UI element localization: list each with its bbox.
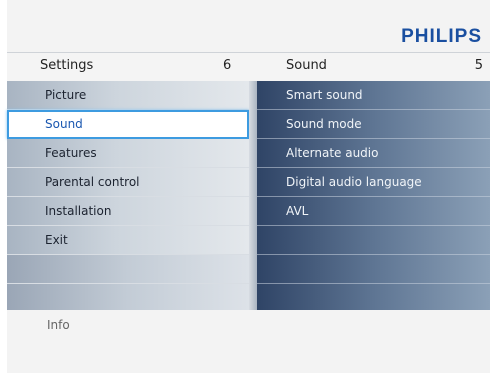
menu-item-sound[interactable]: Sound xyxy=(7,110,249,139)
menu-item-label: Picture xyxy=(45,88,87,102)
submenu-item-label: Digital audio language xyxy=(286,175,422,189)
menu-item-label: Installation xyxy=(45,204,112,218)
submenu-item-digital-audio-language[interactable]: Digital audio language xyxy=(257,168,490,197)
tv-menu-screen: PHILIPS Settings 6 Sound 5 Picture Sound… xyxy=(7,0,490,373)
submenu-item-label: AVL xyxy=(286,204,309,218)
submenu-item-avl[interactable]: AVL xyxy=(257,197,490,226)
submenu-title: Sound xyxy=(286,58,327,73)
menu-item-features[interactable]: Features xyxy=(7,139,249,168)
info-label: Info xyxy=(47,318,70,332)
menu-item-empty xyxy=(7,255,249,284)
settings-title: Settings xyxy=(40,58,94,73)
submenu-item-alternate-audio[interactable]: Alternate audio xyxy=(257,139,490,168)
menu-header: Settings 6 Sound 5 xyxy=(7,52,490,82)
submenu-item-label: Alternate audio xyxy=(286,146,379,160)
submenu-item-smart-sound[interactable]: Smart sound xyxy=(257,81,490,110)
menu-item-label: Features xyxy=(45,146,97,160)
philips-logo: PHILIPS xyxy=(401,26,482,47)
submenu-item-label: Smart sound xyxy=(286,88,363,102)
menu-item-label: Exit xyxy=(45,233,68,247)
menu-item-picture[interactable]: Picture xyxy=(7,81,249,110)
settings-menu: Picture Sound Features Parental control … xyxy=(7,81,249,310)
menu-item-exit[interactable]: Exit xyxy=(7,226,249,255)
submenu-item-empty xyxy=(257,284,490,310)
sound-submenu: Smart sound Sound mode Alternate audio D… xyxy=(257,81,490,310)
submenu-item-sound-mode[interactable]: Sound mode xyxy=(257,110,490,139)
settings-count: 6 xyxy=(223,58,232,73)
submenu-count: 5 xyxy=(474,58,483,73)
menu-item-installation[interactable]: Installation xyxy=(7,197,249,226)
menu-item-parental-control[interactable]: Parental control xyxy=(7,168,249,197)
menu-item-label: Parental control xyxy=(45,175,140,189)
panel-divider xyxy=(249,81,257,310)
menu-item-label: Sound xyxy=(45,117,83,131)
menu-item-empty xyxy=(7,284,249,310)
submenu-item-empty xyxy=(257,255,490,284)
submenu-item-empty xyxy=(257,226,490,255)
submenu-item-label: Sound mode xyxy=(286,117,362,131)
